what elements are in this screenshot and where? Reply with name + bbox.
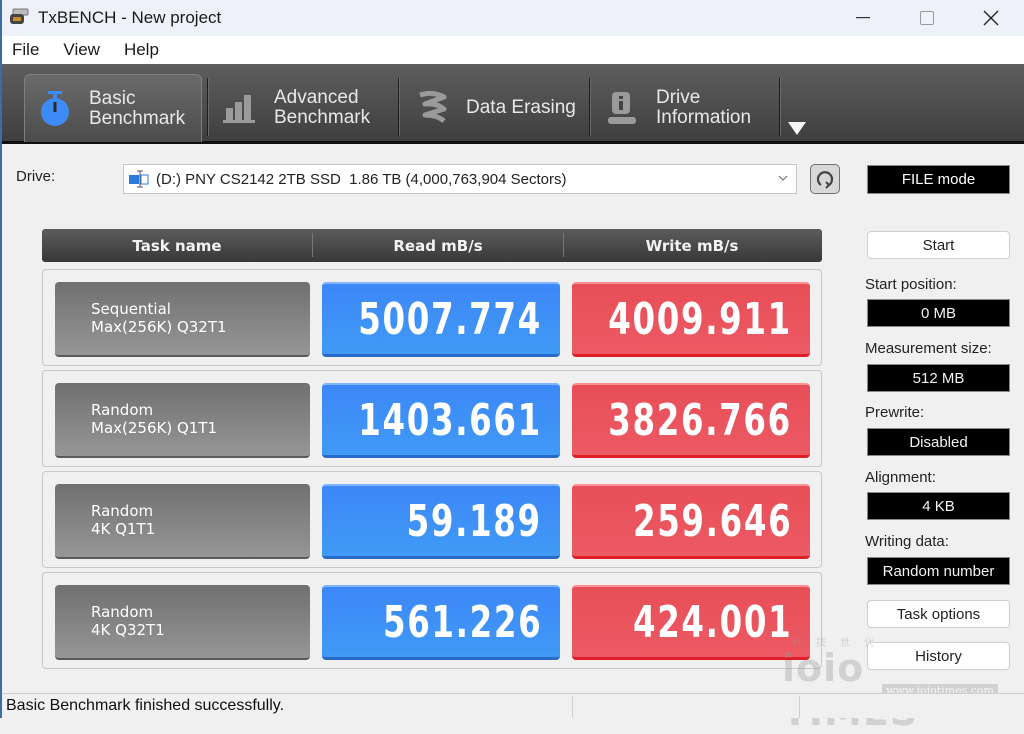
toolbar-divider — [207, 78, 209, 136]
header-task-name: Task name — [132, 236, 222, 255]
tab-advanced-line1: Advanced — [274, 87, 359, 108]
write-result: 4009.911 — [572, 282, 810, 357]
read-value: 1403.661 — [358, 395, 542, 446]
task-name-line2: 4K Q1T1 — [91, 520, 156, 538]
toolbar-divider — [779, 78, 781, 136]
window-title: TxBENCH - New project — [38, 8, 222, 27]
task-name-button[interactable]: Random 4K Q1T1 — [55, 484, 310, 559]
task-name-button[interactable]: Sequential Max(256K) Q32T1 — [55, 282, 310, 357]
writing-data-label: Writing data: — [865, 533, 949, 550]
start-position-label: Start position: — [865, 276, 957, 293]
tab-advanced-benchmark[interactable]: Advanced Benchmark — [220, 74, 390, 142]
drive-icon — [129, 170, 149, 188]
menu-help[interactable]: Help — [124, 40, 159, 60]
tab-basic-benchmark[interactable]: Basic Benchmark — [24, 74, 202, 142]
task-name-line1: Random — [91, 502, 154, 520]
tab-basic-line1: Basic — [89, 87, 136, 109]
refresh-icon — [816, 171, 834, 189]
table-row: Random 4K Q1T1 59.189 259.646 — [42, 471, 822, 568]
write-value: 424.001 — [632, 597, 792, 648]
history-button[interactable]: History — [867, 642, 1010, 670]
title-bar: TxBENCH - New project — [2, 0, 1024, 36]
drive-select[interactable]: (D:) PNY CS2142 2TB SSD 1.86 TB (4,000,7… — [123, 164, 797, 194]
write-value: 259.646 — [632, 496, 792, 547]
drive-label: Drive: — [16, 168, 56, 185]
file-mode-indicator[interactable]: FILE mode — [867, 165, 1010, 194]
stopwatch-icon — [35, 89, 75, 129]
write-value: 4009.911 — [608, 294, 792, 345]
menu-bar: File View Help — [2, 36, 1024, 64]
results-table-header: Task name Read mB/s Write mB/s — [42, 229, 822, 262]
task-name-line2: Max(256K) Q1T1 — [91, 419, 218, 437]
close-button[interactable] — [960, 0, 1022, 36]
status-divider — [572, 696, 573, 718]
table-row: Sequential Max(256K) Q32T1 5007.774 4009… — [42, 269, 822, 366]
tab-data-erasing[interactable]: Data Erasing — [412, 74, 582, 142]
menu-file[interactable]: File — [12, 40, 39, 60]
drive-select-value: (D:) PNY CS2142 2TB SSD 1.86 TB (4,000,7… — [156, 170, 567, 188]
write-result: 3826.766 — [572, 383, 810, 458]
status-message: Basic Benchmark finished successfully. — [6, 697, 285, 714]
write-result: 259.646 — [572, 484, 810, 559]
measurement-size-label: Measurement size: — [865, 340, 992, 357]
tab-erasing-label: Data Erasing — [466, 97, 576, 118]
tab-drive-line2: Information — [656, 107, 752, 128]
toolbar-divider — [398, 78, 400, 136]
more-tabs-triangle-down-icon[interactable] — [788, 122, 806, 135]
read-value: 59.189 — [406, 496, 542, 547]
maximize-button[interactable] — [896, 0, 958, 36]
app-window: TxBENCH - New project File View Help Bas… — [0, 0, 1024, 734]
task-name-line1: Random — [91, 603, 154, 621]
eraser-icon — [412, 88, 452, 128]
read-result: 1403.661 — [322, 383, 560, 458]
main-toolbar: Basic Benchmark Advanced Benchmark Data … — [2, 64, 1024, 144]
table-row: Random 4K Q32T1 561.226 424.001 — [42, 572, 822, 669]
header-write: Write mB/s — [645, 236, 739, 255]
read-result: 5007.774 — [322, 282, 560, 357]
task-name-line2: Max(256K) Q32T1 — [91, 318, 227, 336]
write-value: 3826.766 — [608, 395, 792, 446]
prewrite-value[interactable]: Disabled — [867, 428, 1010, 456]
drive-info-icon — [602, 88, 642, 128]
close-icon — [983, 10, 999, 26]
read-result: 59.189 — [322, 484, 560, 559]
maximize-icon — [920, 11, 934, 25]
task-name-line1: Random — [91, 401, 154, 419]
tab-basic-line2: Benchmark — [89, 107, 186, 129]
tab-drive-line1: Drive — [656, 87, 701, 108]
app-logo-icon — [10, 8, 29, 24]
alignment-label: Alignment: — [865, 469, 936, 486]
prewrite-label: Prewrite: — [865, 404, 925, 421]
measurement-size-value[interactable]: 512 MB — [867, 364, 1010, 392]
task-name-line2: 4K Q32T1 — [91, 621, 165, 639]
bar-chart-icon — [220, 88, 260, 128]
alignment-value[interactable]: 4 KB — [867, 492, 1010, 520]
toolbar-divider — [589, 78, 591, 136]
menu-view[interactable]: View — [63, 40, 100, 60]
start-position-value[interactable]: 0 MB — [867, 299, 1010, 327]
writing-data-value[interactable]: Random number — [867, 557, 1010, 585]
header-read: Read mB/s — [393, 236, 483, 255]
tab-advanced-line2: Benchmark — [274, 107, 371, 128]
task-options-button[interactable]: Task options — [867, 600, 1010, 628]
task-name-line1: Sequential — [91, 300, 171, 318]
read-value: 5007.774 — [358, 294, 542, 345]
status-divider — [799, 696, 800, 718]
tab-drive-information[interactable]: Drive Information — [602, 74, 772, 142]
read-value: 561.226 — [382, 597, 542, 648]
start-button[interactable]: Start — [867, 231, 1010, 259]
status-bar: Basic Benchmark finished successfully. — [2, 693, 1024, 718]
refresh-button[interactable] — [810, 164, 840, 194]
minimize-icon — [856, 17, 870, 19]
read-result: 561.226 — [322, 585, 560, 660]
task-name-button[interactable]: Random Max(256K) Q1T1 — [55, 383, 310, 458]
task-name-button[interactable]: Random 4K Q32T1 — [55, 585, 310, 660]
write-result: 424.001 — [572, 585, 810, 660]
table-row: Random Max(256K) Q1T1 1403.661 3826.766 — [42, 370, 822, 467]
chevron-down-icon — [778, 175, 788, 181]
minimize-button[interactable] — [832, 0, 894, 36]
